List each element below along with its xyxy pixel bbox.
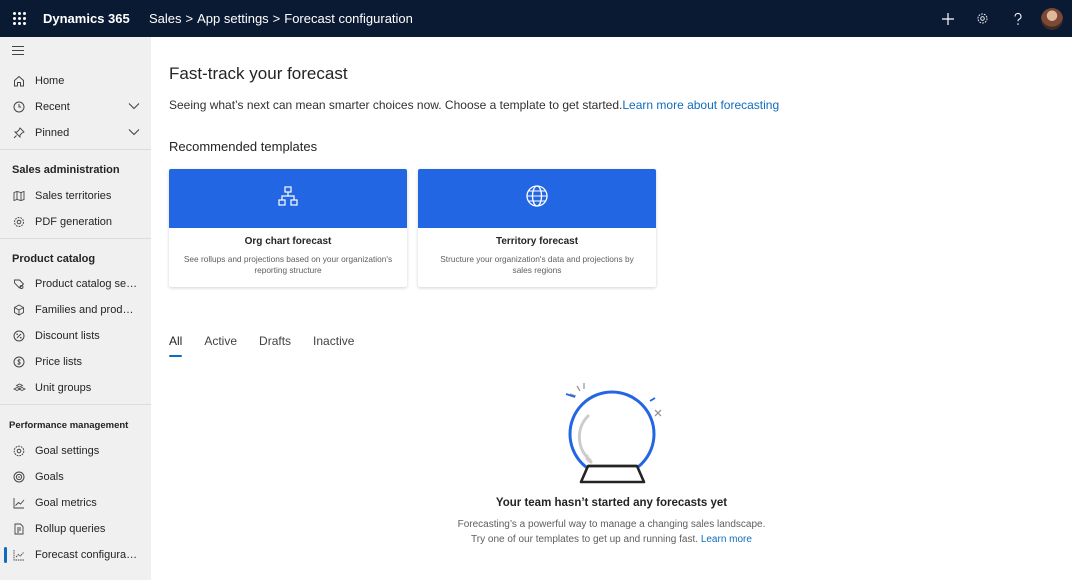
sidebar-item-label: Home xyxy=(35,75,65,87)
globe-icon xyxy=(525,184,549,213)
section-heading-performance-management: Performance management xyxy=(9,420,129,431)
subtitle-text: Seeing what’s next can mean smarter choi… xyxy=(169,98,623,112)
recommended-templates-heading: Recommended templates xyxy=(169,139,318,154)
sidebar-item-label: Sales territories xyxy=(35,190,112,202)
chevron-down-icon[interactable] xyxy=(128,101,140,113)
sidebar-item-pinned[interactable]: Pinned xyxy=(0,121,151,145)
sidebar-item-unit-groups[interactable]: Unit groups xyxy=(0,376,151,400)
sidebar: Home Recent Pinned Sales administration … xyxy=(0,37,151,580)
sidebar-item-label: PDF generation xyxy=(35,216,113,228)
avatar[interactable] xyxy=(1041,7,1063,30)
empty-state-heading: Your team hasn’t started any forecasts y… xyxy=(495,497,728,509)
card-banner xyxy=(418,169,656,228)
empty-state-line2: Try one of our templates to get up and r… xyxy=(471,534,699,545)
settings-icon[interactable] xyxy=(965,0,1000,37)
breadcrumb-app-settings[interactable]: App settings xyxy=(197,11,269,26)
learn-more-forecasting-link[interactable]: Learn more about forecasting xyxy=(622,98,779,112)
main-content: Fast-track your forecast Seeing what’s n… xyxy=(151,37,1072,580)
catalog-settings-icon xyxy=(12,277,26,291)
tab-active[interactable]: Active xyxy=(204,334,237,356)
sidebar-item-label: Discount lists xyxy=(35,330,100,342)
help-icon[interactable] xyxy=(1000,0,1035,37)
clock-icon xyxy=(12,100,26,114)
sidebar-item-label: Product catalog setti... xyxy=(35,278,139,290)
crystal-ball-illustration xyxy=(557,378,667,488)
divider xyxy=(0,149,151,150)
top-bar: Dynamics 365 Sales > App settings > Fore… xyxy=(0,0,1072,37)
sidebar-item-label: Families and products xyxy=(35,304,139,316)
sidebar-item-label: Goals xyxy=(35,471,64,483)
sidebar-item-recent[interactable]: Recent xyxy=(0,95,151,119)
sidebar-item-label: Unit groups xyxy=(35,382,92,394)
card-title: Territory forecast xyxy=(495,236,579,247)
breadcrumb-forecast-configuration: Forecast configuration xyxy=(284,11,413,26)
card-description: Structure your organization's data and p… xyxy=(440,254,634,275)
waffle-icon[interactable] xyxy=(0,0,38,37)
dollar-icon xyxy=(12,355,26,369)
gear-icon xyxy=(12,215,26,229)
percent-icon xyxy=(12,329,26,343)
page-title: Fast-track your forecast xyxy=(169,64,348,83)
sidebar-item-home[interactable]: Home xyxy=(0,69,151,93)
rollup-icon xyxy=(12,522,26,536)
sidebar-item-label: Rollup queries xyxy=(35,523,106,535)
card-description: See rollups and projections based on you… xyxy=(183,254,393,275)
tab-drafts[interactable]: Drafts xyxy=(259,334,291,356)
forecast-filter-tabs: All Active Drafts Inactive xyxy=(169,334,376,357)
sidebar-item-families-and-products[interactable]: Families and products xyxy=(0,298,151,322)
sidebar-item-label: Goal metrics xyxy=(35,497,97,509)
hamburger-icon[interactable] xyxy=(12,46,24,58)
section-heading-sales-administration: Sales administration xyxy=(12,164,120,176)
divider xyxy=(0,238,151,239)
sidebar-item-rollup-queries[interactable]: Rollup queries xyxy=(0,517,151,541)
sidebar-item-pdf-generation[interactable]: PDF generation xyxy=(0,210,151,234)
unit-groups-icon xyxy=(12,381,26,395)
goal-settings-icon xyxy=(12,444,26,458)
box-icon xyxy=(12,303,26,317)
breadcrumb-separator: > xyxy=(185,11,194,26)
empty-state-line1: Forecasting’s a powerful way to manage a… xyxy=(457,519,766,530)
sidebar-item-label: Forecast configuration xyxy=(35,549,139,561)
page-subtitle: Seeing what’s next can mean smarter choi… xyxy=(169,98,779,112)
map-icon xyxy=(12,189,26,203)
card-title: Org chart forecast xyxy=(244,236,332,247)
sidebar-item-label: Goal settings xyxy=(35,445,100,457)
plus-icon[interactable] xyxy=(930,0,965,37)
sidebar-item-goal-settings[interactable]: Goal settings xyxy=(0,439,151,463)
breadcrumb-sales[interactable]: Sales xyxy=(149,11,182,26)
chart-line-icon xyxy=(12,496,26,510)
sidebar-item-goals[interactable]: Goals xyxy=(0,465,151,489)
territory-template-card[interactable]: Territory forecast Structure your organi… xyxy=(418,169,656,287)
forecast-icon xyxy=(12,548,26,562)
tab-all[interactable]: All xyxy=(169,334,183,357)
sidebar-item-sales-territories[interactable]: Sales territories xyxy=(0,184,151,208)
target-icon xyxy=(12,470,26,484)
empty-state-message: Forecasting’s a powerful way to manage a… xyxy=(151,517,1072,547)
sidebar-item-goal-metrics[interactable]: Goal metrics xyxy=(0,491,151,515)
sidebar-item-label: Recent xyxy=(35,101,70,113)
learn-more-link[interactable]: Learn more xyxy=(701,534,752,545)
pin-icon xyxy=(12,126,26,140)
sidebar-item-discount-lists[interactable]: Discount lists xyxy=(0,324,151,348)
sidebar-item-product-catalog-settings[interactable]: Product catalog setti... xyxy=(0,272,151,296)
sidebar-item-forecast-configuration[interactable]: Forecast configuration xyxy=(0,543,151,567)
breadcrumb-separator: > xyxy=(272,11,281,26)
card-banner xyxy=(169,169,407,228)
sidebar-item-label: Price lists xyxy=(35,356,83,368)
chevron-down-icon[interactable] xyxy=(128,127,140,139)
sidebar-item-price-lists[interactable]: Price lists xyxy=(0,350,151,374)
org-chart-icon xyxy=(277,185,299,212)
divider xyxy=(0,404,151,405)
org-chart-template-card[interactable]: Org chart forecast See rollups and proje… xyxy=(169,169,407,287)
sidebar-item-label: Pinned xyxy=(35,127,70,139)
home-icon xyxy=(12,74,26,88)
section-heading-product-catalog: Product catalog xyxy=(12,253,96,265)
empty-state-line2-container: Try one of our templates to get up and r… xyxy=(151,532,1072,547)
breadcrumb: Sales > App settings > Forecast configur… xyxy=(149,11,413,26)
tab-inactive[interactable]: Inactive xyxy=(313,334,354,356)
app-name[interactable]: Dynamics 365 xyxy=(43,11,149,26)
